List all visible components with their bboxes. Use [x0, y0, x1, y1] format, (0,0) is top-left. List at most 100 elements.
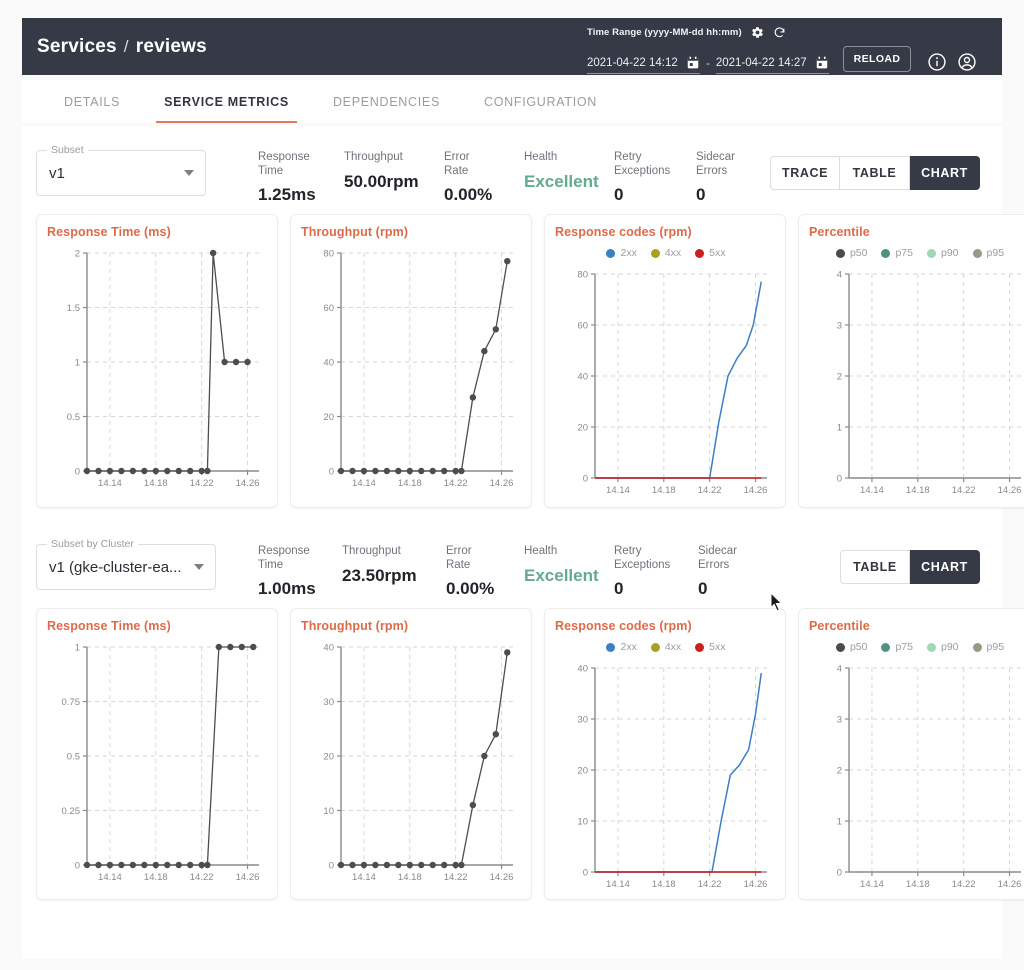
legend-item[interactable]: 4xx	[650, 640, 681, 654]
svg-text:1: 1	[837, 817, 842, 828]
chart-title: Percentile	[809, 225, 870, 239]
cluster-select-value: v1 (gke-cluster-ea...	[49, 558, 182, 576]
chart-card-throughput: Throughput (rpm) 0 20 40 60 80 14.14 14.18 14.2…	[290, 214, 532, 508]
legend-item[interactable]: 5xx	[695, 246, 726, 260]
svg-text:14.18: 14.18	[144, 478, 168, 489]
refresh-icon[interactable]	[773, 26, 786, 39]
tab-service-metrics[interactable]: SERVICE METRICS	[142, 80, 311, 123]
metric-label: Health	[524, 151, 558, 163]
metric-value: 0	[614, 185, 624, 204]
table-toggle-button[interactable]: TABLE	[840, 156, 910, 190]
svg-text:3: 3	[837, 715, 842, 726]
breadcrumb-separator: /	[123, 36, 129, 56]
calendar-icon[interactable]	[815, 55, 829, 70]
reload-button[interactable]: RELOAD	[842, 46, 912, 72]
time-range-label: Time Range (yyyy-MM-dd hh:mm)	[587, 27, 742, 38]
legend-item[interactable]: p75	[881, 640, 913, 654]
legend-item[interactable]: 4xx	[650, 246, 681, 260]
info-icon[interactable]	[927, 52, 947, 72]
breadcrumb: Services / reviews	[37, 36, 207, 58]
svg-text:14.22: 14.22	[952, 485, 976, 496]
metric-value: 50.00rpm	[344, 171, 419, 191]
svg-text:60: 60	[323, 303, 334, 314]
svg-text:14.22: 14.22	[190, 478, 214, 489]
legend-item[interactable]: p90	[927, 246, 959, 260]
service-metrics-page: Services / reviews Time Range (yyyy-MM-d…	[0, 0, 1024, 970]
svg-text:40: 40	[577, 372, 588, 383]
chart-card-percentile: Percentile p50 p75 p90 p95 0 1 2 3 4 14.14 14.18 1…	[798, 214, 1024, 508]
svg-text:10: 10	[577, 817, 588, 828]
svg-text:1: 1	[75, 643, 80, 654]
chart-toggle-button[interactable]: CHART	[910, 156, 980, 190]
chart-card-response-codes: Response codes (rpm) 2xx 4xx 5xx 0 20 40 60 80…	[544, 214, 786, 508]
legend-item[interactable]: p50	[835, 640, 867, 654]
chevron-down-icon[interactable]	[184, 170, 194, 176]
svg-text:20: 20	[577, 423, 588, 434]
svg-text:14.26: 14.26	[998, 485, 1022, 496]
chart-legend: p50 p75 p90 p95	[809, 246, 1024, 260]
svg-text:14.26: 14.26	[236, 872, 260, 883]
tab-label: CONFIGURATION	[484, 94, 598, 109]
svg-text:14.26: 14.26	[744, 485, 768, 496]
metric-value: 0.00%	[444, 185, 493, 204]
subset-charts-row: Response Time (ms) 0 0.5 1 1.5 2 14.14 14.18 14…	[36, 214, 1024, 508]
svg-text:14.18: 14.18	[144, 872, 168, 883]
svg-text:60: 60	[577, 321, 588, 332]
subset-select[interactable]: Subset v1	[36, 144, 206, 196]
svg-text:1: 1	[75, 358, 80, 369]
legend-item[interactable]: p50	[835, 246, 867, 260]
chart-title: Response codes (rpm)	[555, 619, 692, 633]
legend-dot-icon	[927, 642, 936, 652]
svg-text:14.26: 14.26	[236, 478, 260, 489]
cluster-select[interactable]: Subset by Cluster v1 (gke-cluster-ea...	[36, 538, 216, 590]
svg-text:40: 40	[577, 664, 588, 675]
chevron-down-icon[interactable]	[194, 564, 204, 570]
date-from-field[interactable]: 2021-04-22 14:12	[587, 55, 700, 74]
svg-text:40: 40	[323, 358, 334, 369]
svg-text:14.26: 14.26	[744, 879, 768, 890]
metric-error-rate: Error Rate 0.00%	[446, 545, 508, 599]
legend-item[interactable]: 2xx	[606, 640, 637, 654]
legend-item[interactable]: 2xx	[606, 246, 637, 260]
svg-text:20: 20	[323, 412, 334, 423]
legend-dot-icon	[835, 248, 845, 258]
legend-item[interactable]: p95	[972, 640, 1004, 654]
svg-text:14.18: 14.18	[652, 879, 676, 890]
chart-toggle-button[interactable]: CHART	[910, 550, 980, 584]
subset-section: Subset v1 Response Time 1.25ms Throughpu…	[22, 126, 1024, 508]
svg-text:14.14: 14.14	[606, 879, 630, 890]
metric-error-rate: Error Rate 0.00%	[444, 151, 506, 205]
metric-value: 0	[614, 579, 624, 598]
calendar-icon[interactable]	[686, 55, 700, 70]
metric-label: Error Rate	[444, 151, 470, 177]
metric-throughput: Throughput 50.00rpm	[344, 151, 432, 192]
chart-title: Response codes (rpm)	[555, 225, 692, 239]
trace-toggle-button[interactable]: TRACE	[770, 156, 840, 190]
date-from-value: 2021-04-22 14:12	[587, 56, 678, 69]
legend-item[interactable]: p90	[927, 640, 959, 654]
legend-dot-icon	[927, 248, 936, 258]
legend-item[interactable]: p75	[881, 246, 913, 260]
legend-item[interactable]: 5xx	[695, 640, 726, 654]
chart-title: Response Time (ms)	[47, 225, 171, 239]
tab-label: DEPENDENCIES	[332, 94, 440, 109]
svg-text:14.22: 14.22	[952, 879, 976, 890]
tab-configuration[interactable]: CONFIGURATION	[462, 80, 619, 123]
breadcrumb-root[interactable]: Services	[37, 36, 117, 58]
tab-dependencies[interactable]: DEPENDENCIES	[311, 80, 462, 123]
metric-value: 0.00%	[446, 579, 495, 598]
chart-title: Percentile	[809, 619, 870, 633]
metric-retry-exceptions: Retry Exceptions 0	[614, 545, 696, 599]
gear-icon[interactable]	[751, 26, 764, 39]
legend-dot-icon	[695, 642, 705, 652]
tab-details[interactable]: DETAILS	[42, 80, 142, 123]
cluster-section: Subset by Cluster v1 (gke-cluster-ea... …	[22, 520, 1024, 900]
legend-item[interactable]: p95	[972, 246, 1004, 260]
breadcrumb-current: reviews	[135, 35, 207, 57]
account-icon[interactable]	[957, 52, 977, 72]
table-toggle-button[interactable]: TABLE	[840, 550, 910, 584]
date-to-field[interactable]: 2021-04-22 14:27	[715, 55, 829, 74]
cluster-charts-row: Response Time (ms) 0 0.25 0.5 0.75 1 14.14 14.…	[36, 608, 1024, 900]
chart-title: Throughput (rpm)	[301, 619, 409, 633]
metric-health: Health Excellent	[524, 151, 610, 192]
